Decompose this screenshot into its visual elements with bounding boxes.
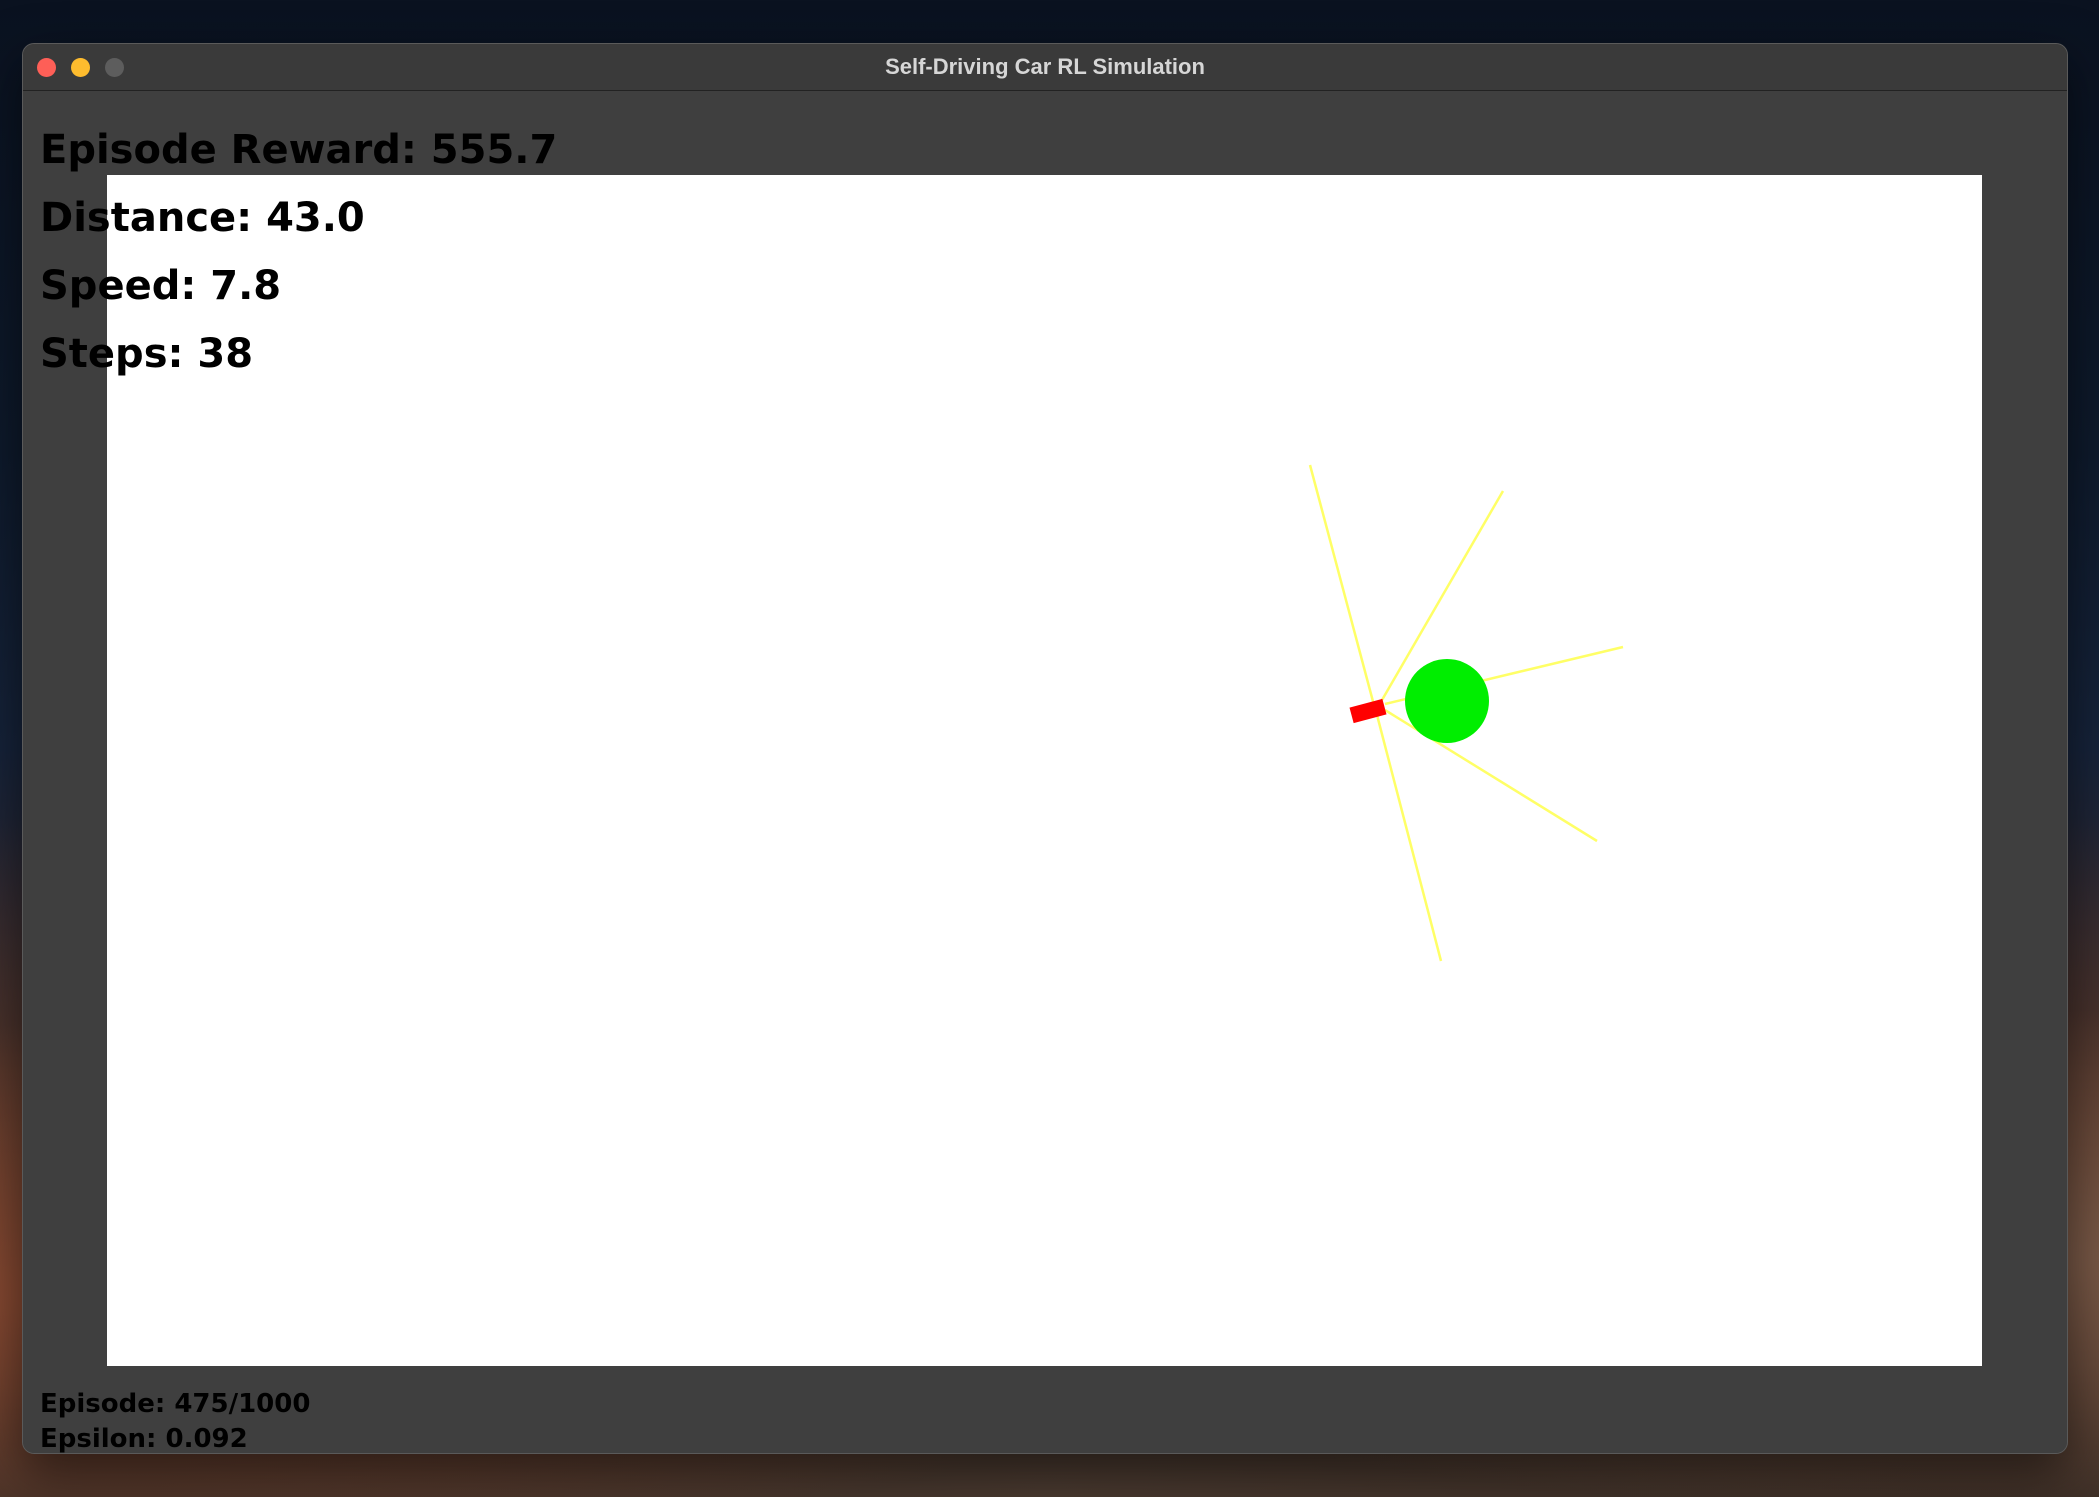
speed-label: Speed: 7.8 — [40, 263, 282, 309]
episode-counter-label: Episode: 475/1000 — [40, 1389, 311, 1419]
simulation-window: Self-Driving Car RL Simulation Episode R… — [22, 43, 2068, 1454]
distance-label: Distance: 43.0 — [40, 195, 365, 241]
steps-label: Steps: 38 — [40, 331, 254, 377]
window-title: Self-Driving Car RL Simulation — [885, 54, 1205, 79]
simulation-scene — [1308, 464, 1624, 962]
episode-reward-label: Episode Reward: 555.7 — [40, 127, 558, 173]
sensor-ray — [1375, 714, 1443, 962]
simulation-canvas — [107, 175, 1982, 1366]
simulation-content: Episode Reward: 555.7 Distance: 43.0 Spe… — [23, 91, 2067, 1453]
car — [1349, 698, 1387, 724]
title-bar[interactable]: Self-Driving Car RL Simulation — [23, 44, 2067, 91]
sensor-ray — [1308, 464, 1377, 710]
epsilon-label: Epsilon: 0.092 — [40, 1424, 248, 1454]
target-marker — [1405, 659, 1489, 743]
